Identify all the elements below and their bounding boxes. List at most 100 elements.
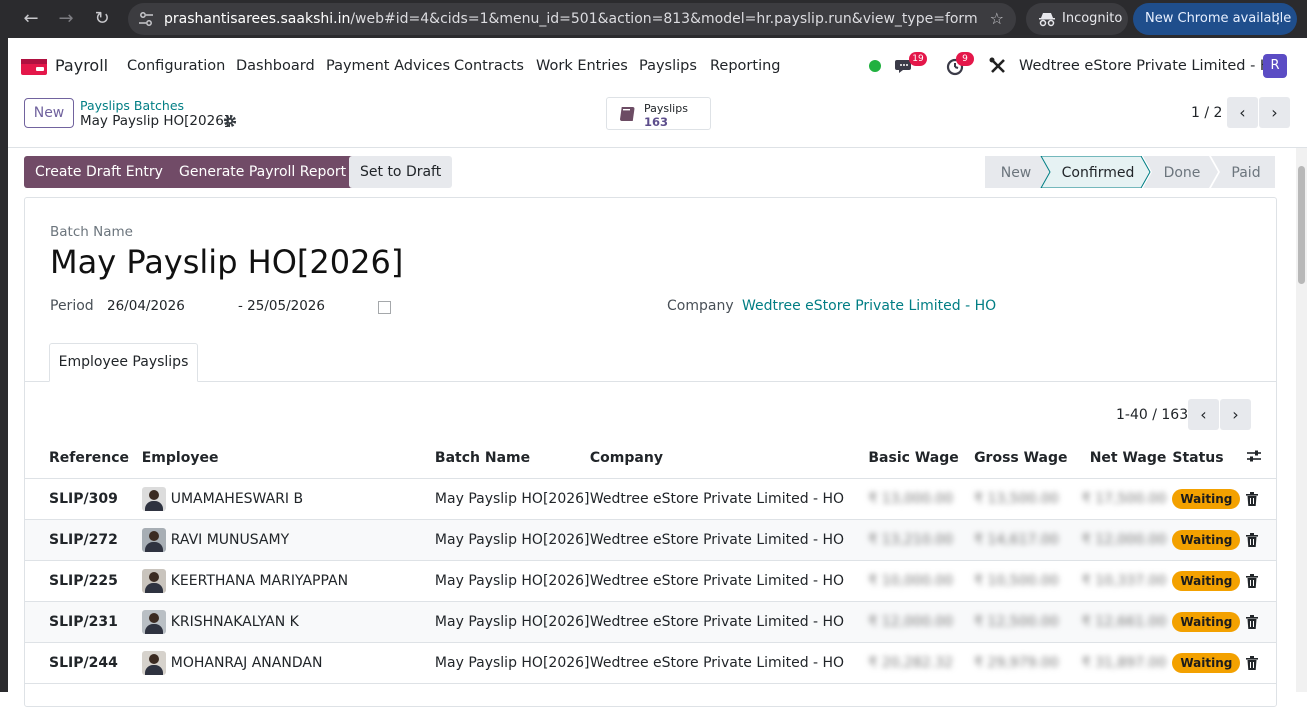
- col-basic-wage[interactable]: Basic Wage: [868, 438, 975, 479]
- tab-employee-payslips[interactable]: Employee Payslips: [49, 343, 198, 382]
- smart-button-label: Payslips: [644, 102, 688, 115]
- previous-record-button[interactable]: ‹: [1227, 97, 1258, 128]
- period-checkbox[interactable]: [378, 301, 391, 314]
- debug-tools-icon[interactable]: [988, 56, 1008, 76]
- cell-gross-wage: ₹ 10,500.00: [974, 560, 1082, 602]
- menu-contracts[interactable]: Contracts: [454, 44, 524, 88]
- net-wage-value: ₹ 12,000.00: [1081, 531, 1167, 548]
- menu-payslips[interactable]: Payslips: [639, 44, 697, 88]
- create-draft-entry-button[interactable]: Create Draft Entry: [24, 156, 174, 188]
- back-arrow-icon[interactable]: ←: [20, 8, 42, 30]
- trash-icon[interactable]: [1246, 655, 1259, 670]
- scrollbar-thumb[interactable]: [1298, 166, 1305, 284]
- batch-name-field[interactable]: May Payslip HO[2026]: [50, 243, 403, 281]
- activity-badge: 9: [956, 52, 974, 66]
- list-previous-button[interactable]: ‹: [1188, 399, 1219, 430]
- list-pager[interactable]: 1-40 / 163: [1116, 407, 1188, 423]
- record-pager[interactable]: 1 / 2: [1191, 105, 1222, 121]
- browser-toolbar: ← → ↻ prashantisarees.saakshi.in/web#id=…: [0, 0, 1307, 38]
- col-batch-name[interactable]: Batch Name: [434, 438, 590, 479]
- table-row[interactable]: SLIP/231 KRISHNAKALYAN K May Payslip HO[…: [25, 601, 1276, 643]
- breadcrumb-current: May Payslip HO[2026]: [80, 113, 230, 129]
- cell-batch: May Payslip HO[2026]: [434, 642, 590, 684]
- control-panel: New Payslips Batches May Payslip HO[2026…: [8, 88, 1307, 148]
- reload-icon[interactable]: ↻: [91, 8, 113, 30]
- cell-status: Waiting: [1172, 478, 1247, 520]
- employee-name: UMAMAHESWARI B: [170, 490, 304, 507]
- cell-delete[interactable]: [1246, 642, 1276, 684]
- payroll-app-icon[interactable]: [21, 59, 47, 75]
- company-switcher[interactable]: Wedtree eStore Private Limited - HO: [1019, 44, 1282, 88]
- company-link[interactable]: Wedtree eStore Private Limited - HO: [742, 298, 996, 314]
- trash-icon[interactable]: [1246, 614, 1259, 629]
- incognito-indicator[interactable]: Incognito: [1026, 3, 1128, 35]
- menu-work-entries[interactable]: Work Entries: [536, 44, 628, 88]
- table-row[interactable]: SLIP/309 UMAMAHESWARI B May Payslip HO[2…: [25, 478, 1276, 520]
- app-name[interactable]: Payroll: [55, 44, 108, 88]
- generate-payroll-report-button[interactable]: Generate Payroll Report: [168, 156, 358, 188]
- menu-configuration[interactable]: Configuration: [127, 44, 225, 88]
- address-bar[interactable]: prashantisarees.saakshi.in/web#id=4&cids…: [128, 3, 1016, 35]
- cell-basic-wage: ₹ 13,210.00: [868, 519, 975, 561]
- form-sheet: Batch Name May Payslip HO[2026] Period 2…: [24, 197, 1277, 707]
- bookmark-star-icon[interactable]: ☆: [990, 9, 1004, 29]
- employee-avatar: [141, 650, 166, 675]
- employee-name: RAVI MUNUSAMY: [170, 531, 290, 548]
- incognito-icon: [1039, 13, 1055, 27]
- trash-icon[interactable]: [1246, 573, 1259, 588]
- next-record-button[interactable]: ›: [1259, 97, 1290, 128]
- payslips-smart-button[interactable]: Payslips 163: [606, 97, 711, 130]
- forward-arrow-icon[interactable]: →: [55, 8, 77, 30]
- breadcrumb-parent[interactable]: Payslips Batches: [80, 98, 184, 113]
- cell-basic-wage: ₹ 10,000.00: [868, 560, 975, 602]
- net-wage-value: ₹ 12,661.00: [1081, 613, 1167, 630]
- col-reference[interactable]: Reference: [25, 438, 142, 479]
- cell-gross-wage: ₹ 12,500.00: [974, 601, 1082, 643]
- cell-company: Wedtree eStore Private Limited - HO: [589, 601, 869, 643]
- cell-delete[interactable]: [1246, 478, 1276, 520]
- site-settings-icon[interactable]: [138, 11, 154, 27]
- table-row[interactable]: SLIP/272 RAVI MUNUSAMY May Payslip HO[20…: [25, 519, 1276, 561]
- trash-icon[interactable]: [1246, 491, 1259, 506]
- period-start-field[interactable]: 26/04/2026: [107, 298, 185, 314]
- main-navbar: Payroll Configuration Dashboard Payment …: [8, 44, 1307, 88]
- cell-delete[interactable]: [1246, 519, 1276, 561]
- more-menu-icon: ⋮: [1271, 11, 1285, 27]
- table-row[interactable]: SLIP/225 KEERTHANA MARIYAPPAN May Paysli…: [25, 560, 1276, 602]
- gear-icon[interactable]: [223, 114, 237, 128]
- set-to-draft-button[interactable]: Set to Draft: [349, 156, 453, 188]
- trash-icon[interactable]: [1246, 532, 1259, 547]
- menu-reporting[interactable]: Reporting: [710, 44, 781, 88]
- cell-batch: May Payslip HO[2026]: [434, 601, 590, 643]
- new-button[interactable]: New: [24, 98, 74, 128]
- col-employee[interactable]: Employee: [141, 438, 435, 479]
- cell-delete[interactable]: [1246, 601, 1276, 643]
- menu-payment-advices[interactable]: Payment Advices: [326, 44, 450, 88]
- chrome-update-button[interactable]: New Chrome available ⋮: [1133, 3, 1297, 35]
- cell-delete[interactable]: [1246, 560, 1276, 602]
- payslip-table: Reference Employee Batch Name Company Ba…: [25, 438, 1276, 684]
- menu-dashboard[interactable]: Dashboard: [236, 44, 315, 88]
- period-end-field[interactable]: - 25/05/2026: [238, 298, 325, 314]
- cell-net-wage: ₹ 31,897.00: [1081, 642, 1173, 684]
- stage-new-label: New: [1001, 165, 1032, 181]
- list-next-button[interactable]: ›: [1220, 399, 1251, 430]
- col-gross-wage[interactable]: Gross Wage: [974, 438, 1082, 479]
- vertical-scrollbar[interactable]: [1296, 148, 1307, 692]
- status-badge: Waiting: [1172, 652, 1241, 673]
- cell-reference: SLIP/309: [25, 478, 142, 520]
- basic-wage-value: ₹ 13,210.00: [868, 531, 953, 548]
- cell-net-wage: ₹ 12,661.00: [1081, 601, 1173, 643]
- table-row[interactable]: SLIP/244 MOHANRAJ ANANDAN May Payslip HO…: [25, 642, 1276, 684]
- optional-columns-toggle[interactable]: [1246, 438, 1276, 479]
- period-label: Period: [50, 298, 94, 314]
- cell-net-wage: ₹ 17,500.00: [1081, 478, 1173, 520]
- col-net-wage[interactable]: Net Wage: [1081, 438, 1173, 479]
- book-icon: [620, 107, 635, 121]
- stage-paid-label: Paid: [1231, 165, 1260, 181]
- cell-status: Waiting: [1172, 601, 1247, 643]
- url-text: prashantisarees.saakshi.in/web#id=4&cids…: [164, 11, 978, 27]
- col-company[interactable]: Company: [589, 438, 869, 479]
- user-avatar[interactable]: R: [1263, 54, 1287, 78]
- col-status[interactable]: Status: [1172, 438, 1247, 479]
